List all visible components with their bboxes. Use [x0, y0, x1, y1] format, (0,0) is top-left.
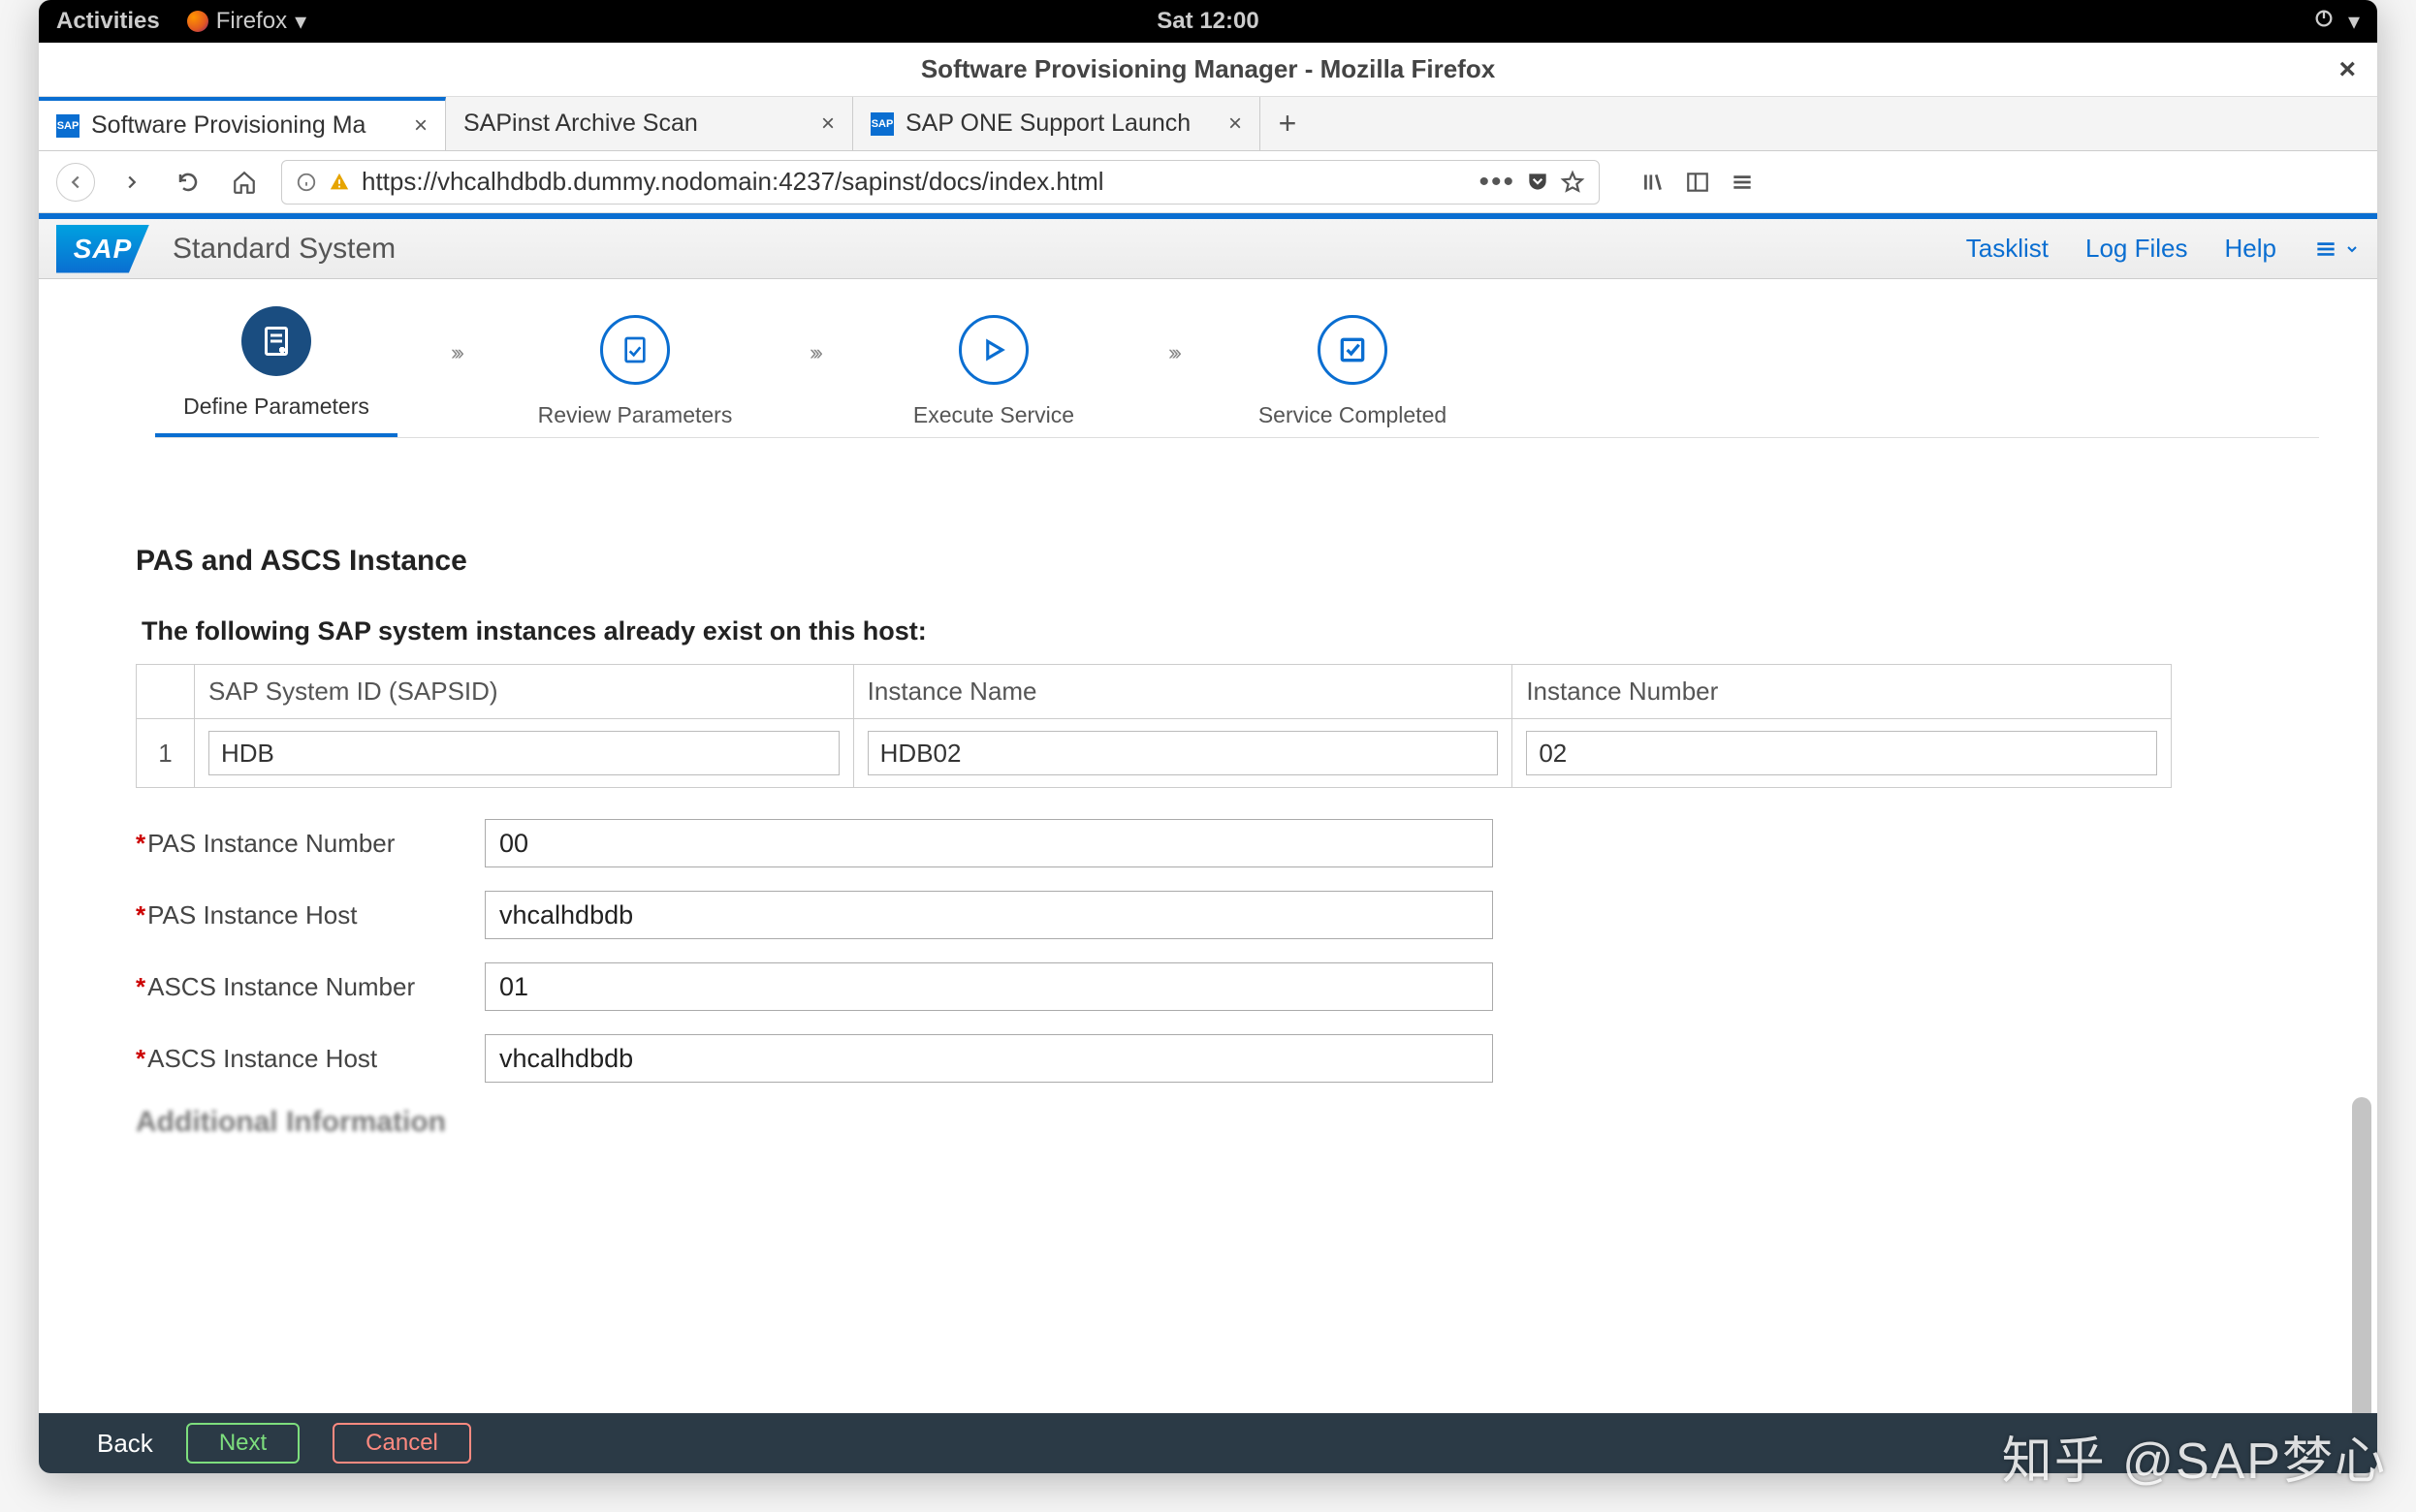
wizard-step-label: Review Parameters — [538, 402, 733, 428]
window-titlebar: Software Provisioning Manager - Mozilla … — [39, 43, 2377, 97]
section-heading-cutoff: Additional Information — [136, 1106, 2280, 1139]
table-header-index — [137, 665, 195, 719]
bookmark-star-icon[interactable] — [1560, 170, 1585, 195]
chevron-right-icon: ››› — [756, 340, 873, 404]
new-tab-button[interactable]: + — [1260, 97, 1315, 150]
tab-label: SAPinst Archive Scan — [463, 110, 810, 138]
sap-favicon: SAP — [56, 114, 79, 138]
power-icon[interactable] — [2313, 8, 2335, 36]
label-ascs-instance-host: ASCS Instance Host — [147, 1044, 377, 1073]
library-icon[interactable] — [1640, 170, 1666, 195]
header-menu-button[interactable] — [2313, 236, 2360, 262]
cell-instance-name — [868, 731, 1499, 775]
tasklist-link[interactable]: Tasklist — [1966, 234, 2049, 264]
table-header-instance-number: Instance Number — [1512, 665, 2172, 719]
url-bar[interactable]: https://vhcalhdbdb.dummy.nodomain:4237/s… — [281, 160, 1600, 205]
wizard-step-review-parameters[interactable]: Review Parameters — [514, 315, 756, 428]
site-info-icon[interactable] — [296, 172, 317, 193]
sidebar-icon[interactable] — [1685, 170, 1710, 195]
cell-sapsid — [208, 731, 840, 775]
back-button[interactable]: Back — [97, 1429, 153, 1459]
gnome-top-bar: Activities Firefox ▾ Sat 12:00 ▾ — [39, 0, 2377, 43]
clock: Sat 12:00 — [1157, 8, 1258, 35]
url-text: https://vhcalhdbdb.dummy.nodomain:4237/s… — [362, 167, 1104, 197]
browser-tab-0[interactable]: SAP Software Provisioning Ma × — [39, 97, 446, 150]
page-title: Standard System — [173, 233, 396, 266]
table-row: 1 — [137, 719, 2172, 788]
sap-favicon: SAP — [871, 112, 894, 136]
tab-close-icon[interactable]: × — [821, 110, 835, 138]
input-ascs-instance-host[interactable] — [485, 1034, 1493, 1083]
chevron-down-icon: ▾ — [295, 8, 306, 36]
wizard-step-label: Execute Service — [913, 402, 1074, 428]
row-index: 1 — [137, 719, 195, 788]
tab-close-icon[interactable]: × — [1228, 110, 1242, 138]
app-menu-label: Firefox — [216, 8, 287, 35]
label-ascs-instance-number: ASCS Instance Number — [147, 972, 415, 1001]
wizard-step-label: Define Parameters — [183, 394, 369, 420]
forward-button[interactable] — [112, 163, 151, 202]
section-subheading: The following SAP system instances alrea… — [142, 616, 2280, 646]
input-pas-instance-host[interactable] — [485, 891, 1493, 939]
sap-header: SAP Standard System Tasklist Log Files H… — [39, 219, 2377, 279]
label-pas-instance-host: PAS Instance Host — [147, 900, 357, 929]
app-menu[interactable]: Firefox ▾ — [187, 8, 306, 36]
label-pas-instance-number: PAS Instance Number — [147, 829, 395, 858]
more-icon[interactable]: ••• — [1478, 166, 1515, 199]
logfiles-link[interactable]: Log Files — [2085, 234, 2188, 264]
chevron-down-icon[interactable]: ▾ — [2348, 8, 2360, 36]
table-header-sapsid: SAP System ID (SAPSID) — [195, 665, 854, 719]
section-heading: PAS and ASCS Instance — [136, 545, 2280, 578]
wizard-step-define-parameters[interactable]: Define Parameters — [155, 306, 397, 437]
wizard-step-service-completed[interactable]: Service Completed — [1231, 315, 1474, 428]
help-link[interactable]: Help — [2225, 234, 2276, 264]
browser-tab-1[interactable]: SAPinst Archive Scan × — [446, 97, 853, 150]
tab-label: Software Provisioning Ma — [91, 111, 402, 140]
scrollbar-thumb[interactable] — [2352, 1097, 2371, 1413]
activities-button[interactable]: Activities — [56, 8, 160, 35]
tab-strip: SAP Software Provisioning Ma × SAPinst A… — [39, 97, 2377, 151]
back-button[interactable] — [56, 163, 95, 202]
input-ascs-instance-number[interactable] — [485, 962, 1493, 1011]
browser-tab-2[interactable]: SAP SAP ONE Support Launch × — [853, 97, 1260, 150]
wizard-steps: Define Parameters ››› Review Parameters … — [39, 279, 2377, 437]
input-pas-instance-number[interactable] — [485, 819, 1493, 867]
insecure-lock-icon[interactable] — [329, 172, 350, 193]
tab-close-icon[interactable]: × — [414, 112, 428, 140]
firefox-icon — [187, 11, 208, 32]
window-title-text: Software Provisioning Manager - Mozilla … — [921, 54, 1495, 84]
cancel-button[interactable]: Cancel — [333, 1423, 471, 1464]
wizard-step-execute-service[interactable]: Execute Service — [873, 315, 1115, 428]
footer-bar: Back Next Cancel — [39, 1413, 2377, 1473]
chevron-right-icon: ››› — [397, 340, 514, 404]
chevron-right-icon: ››› — [1115, 340, 1231, 404]
existing-instances-table: SAP System ID (SAPSID) Instance Name Ins… — [136, 664, 2172, 788]
navigation-toolbar: https://vhcalhdbdb.dummy.nodomain:4237/s… — [39, 151, 2377, 213]
hamburger-menu-icon[interactable] — [1730, 170, 1755, 195]
tab-label: SAP ONE Support Launch — [906, 110, 1217, 138]
content-area: PAS and ASCS Instance The following SAP … — [39, 438, 2377, 1413]
pocket-icon[interactable] — [1525, 170, 1550, 195]
cell-instance-number — [1526, 731, 2157, 775]
window-close-button[interactable]: × — [2338, 53, 2356, 86]
home-button[interactable] — [225, 163, 264, 202]
next-button[interactable]: Next — [186, 1423, 300, 1464]
table-header-instance-name: Instance Name — [853, 665, 1512, 719]
sap-logo: SAP — [56, 225, 149, 273]
reload-button[interactable] — [169, 163, 207, 202]
wizard-step-label: Service Completed — [1258, 402, 1446, 428]
